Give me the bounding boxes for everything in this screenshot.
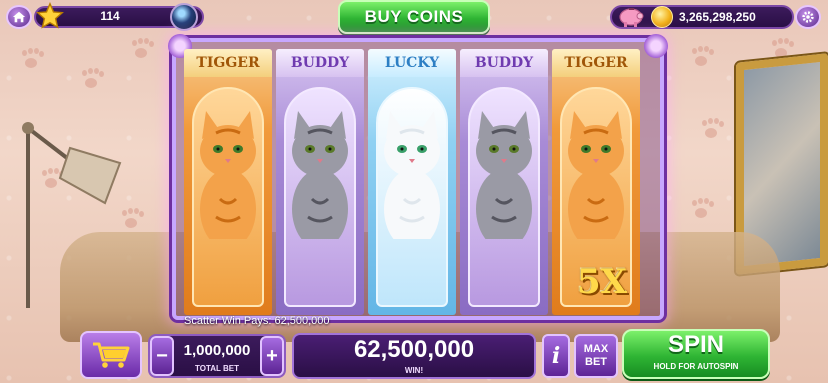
reel-cat-name: TIGGER	[184, 49, 272, 77]
win-label: WIN!	[404, 366, 424, 375]
reel-cat-name: BUDDY	[460, 49, 548, 77]
reel-cat-name: BUDDY	[276, 49, 364, 77]
reel-cat-name: TIGGER	[552, 49, 640, 77]
reel-3: LUCKY	[368, 49, 456, 315]
reel-cat-name: LUCKY	[368, 49, 456, 77]
coin-balance-value: 3,265,298,250	[679, 10, 756, 24]
max-bet-label-line1: MAX	[583, 343, 609, 355]
home-icon	[12, 11, 26, 23]
coin-icon	[651, 6, 673, 28]
paw-decoration	[690, 48, 712, 68]
star-icon	[36, 2, 64, 29]
reel-1: TIGGER	[184, 49, 272, 315]
cat-symbol-icon	[568, 111, 624, 239]
info-button[interactable]: i	[542, 334, 570, 378]
piggy-bank-icon[interactable]	[616, 3, 646, 29]
paw-decoration	[20, 50, 42, 70]
paw-decoration	[80, 70, 102, 90]
max-bet-button[interactable]: MAX BET	[574, 334, 618, 378]
reel-4: BUDDY	[460, 49, 548, 315]
frame-corner-ornament	[644, 34, 668, 58]
cat-symbol-icon	[476, 111, 532, 239]
scatter-win-message: Scatter Win Pays: 62,500,000	[184, 315, 330, 327]
autospin-hint: HOLD FOR AUTOSPIN	[653, 362, 739, 371]
home-button[interactable]	[6, 5, 32, 29]
total-bet-label: TOTAL BET	[195, 364, 239, 373]
reel-2: BUDDY	[276, 49, 364, 315]
shop-button[interactable]	[80, 331, 142, 379]
cat-symbol-icon	[200, 111, 256, 239]
settings-button[interactable]	[795, 5, 821, 29]
total-bet-value: 1,000,000	[183, 342, 251, 359]
paw-decoration	[130, 40, 152, 60]
spin-label: SPIN	[667, 331, 724, 358]
decrease-bet-button[interactable]: −	[150, 336, 174, 376]
win-amount: 62,500,000	[353, 336, 475, 363]
gear-icon	[802, 11, 814, 23]
xp-orb-icon	[170, 3, 198, 31]
max-bet-label-line2: BET	[585, 356, 607, 368]
cat-symbol-icon	[292, 111, 348, 239]
cat-symbol-icon	[384, 111, 440, 239]
buy-coins-button[interactable]: BUY COINS	[338, 0, 490, 34]
level-value: 114	[100, 9, 120, 23]
multiplier-badge: 5X	[577, 262, 628, 302]
paw-decoration	[700, 120, 722, 140]
paw-decoration	[690, 200, 712, 220]
floor-lamp-decoration	[22, 122, 122, 308]
shopping-cart-icon	[93, 342, 130, 368]
increase-bet-button[interactable]: +	[260, 336, 284, 376]
